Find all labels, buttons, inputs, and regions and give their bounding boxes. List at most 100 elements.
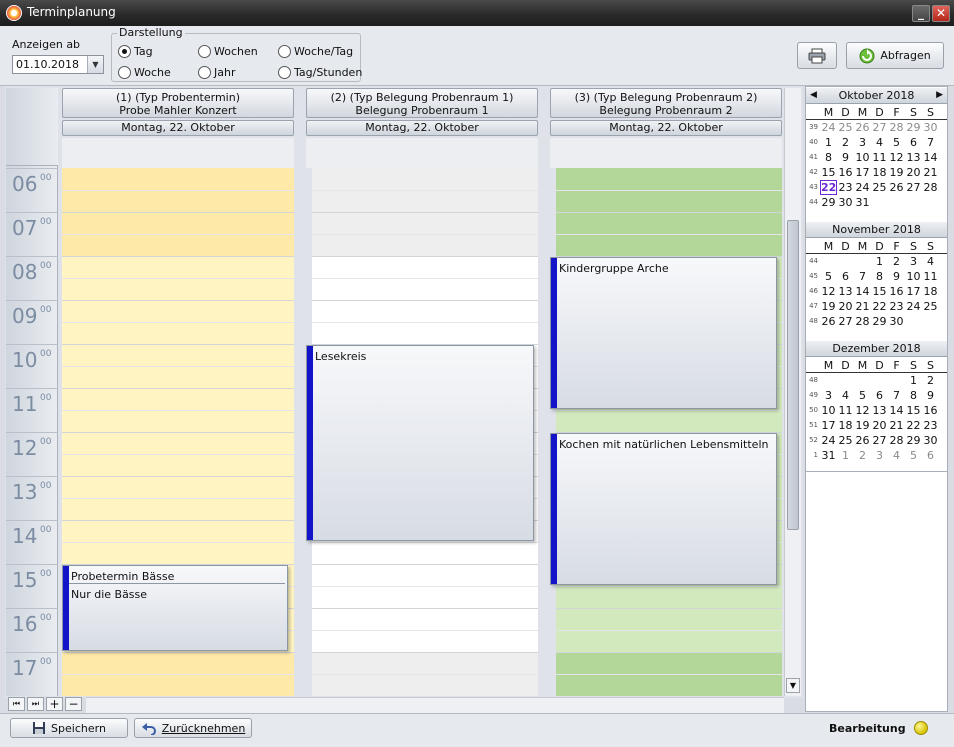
day-cell[interactable]: 1 [905, 373, 922, 388]
day-cell[interactable]: 4 [922, 254, 939, 269]
day-cell[interactable]: 28 [922, 180, 939, 195]
appointment-kochen[interactable]: Kochen mit natürlichen Lebensmitteln [550, 433, 777, 585]
day-cell[interactable]: 5 [888, 135, 905, 150]
day-cell[interactable]: 19 [820, 299, 837, 314]
day-cell[interactable]: 20 [905, 165, 922, 180]
radio-dot[interactable] [198, 65, 211, 79]
radio-dot[interactable] [118, 65, 131, 79]
day-cell[interactable]: 3 [905, 254, 922, 269]
day-cell[interactable]: 10 [820, 403, 837, 418]
day-cell[interactable]: 27 [871, 120, 888, 135]
radio-tag[interactable]: Tag [118, 44, 153, 58]
day-cell[interactable]: 12 [820, 284, 837, 299]
day-cell[interactable]: 2 [854, 448, 871, 463]
day-cell[interactable]: 14 [922, 150, 939, 165]
day-cell[interactable]: 8 [820, 150, 837, 165]
day-cell[interactable]: 12 [888, 150, 905, 165]
day-cell[interactable]: 3 [820, 388, 837, 403]
day-cell[interactable]: 24 [905, 299, 922, 314]
day-cell[interactable]: 11 [871, 150, 888, 165]
day-cell[interactable]: 17 [854, 165, 871, 180]
scrollbar-thumb[interactable] [787, 220, 799, 530]
day-cell[interactable]: 20 [871, 418, 888, 433]
all-day-area-2[interactable] [306, 138, 538, 168]
minimize-button[interactable]: _ [912, 5, 930, 22]
day-cell[interactable]: 22 [820, 180, 837, 195]
radio-woche[interactable]: Woche [118, 65, 171, 79]
radio-jahr[interactable]: Jahr [198, 65, 235, 79]
day-cell[interactable]: 13 [871, 403, 888, 418]
day-cell[interactable]: 8 [871, 269, 888, 284]
day-cell[interactable]: 20 [837, 299, 854, 314]
vertical-scrollbar[interactable]: ▼ [784, 88, 801, 696]
day-cell[interactable]: 24 [820, 433, 837, 448]
all-day-area-1[interactable] [62, 138, 294, 168]
day-cell[interactable]: 25 [837, 433, 854, 448]
column-header-1[interactable]: (1) (Typ Probentermin) Probe Mahler Konz… [62, 88, 294, 118]
day-cell[interactable]: 11 [922, 269, 939, 284]
radio-dot[interactable] [198, 44, 211, 58]
day-cell[interactable]: 15 [871, 284, 888, 299]
day-cell[interactable]: 1 [871, 254, 888, 269]
day-cell[interactable]: 5 [820, 269, 837, 284]
day-header-3[interactable]: Montag, 22. Oktober [550, 120, 782, 136]
column-header-3[interactable]: (3) (Typ Belegung Probenraum 2) Belegung… [550, 88, 782, 118]
day-cell[interactable]: 30 [922, 120, 939, 135]
chevron-down-icon[interactable]: ▼ [87, 56, 103, 73]
day-cell[interactable]: 26 [888, 180, 905, 195]
day-cell[interactable]: 1 [820, 135, 837, 150]
day-cell[interactable]: 18 [922, 284, 939, 299]
day-cell[interactable]: 6 [905, 135, 922, 150]
day-cell[interactable]: 7 [922, 135, 939, 150]
day-cell[interactable]: 7 [854, 269, 871, 284]
day-cell[interactable]: 28 [888, 120, 905, 135]
day-cell[interactable]: 21 [888, 418, 905, 433]
close-button[interactable]: ✕ [932, 5, 950, 22]
day-cell[interactable]: 2 [922, 373, 939, 388]
day-cell[interactable]: 2 [888, 254, 905, 269]
day-cell[interactable]: 24 [854, 180, 871, 195]
day-cell[interactable]: 10 [854, 150, 871, 165]
day-cell[interactable]: 30 [922, 433, 939, 448]
day-cell[interactable]: 27 [837, 314, 854, 329]
day-cell[interactable]: 14 [888, 403, 905, 418]
day-header-1[interactable]: Montag, 22. Oktober [62, 120, 294, 136]
save-button[interactable]: Speichern [10, 718, 128, 738]
undo-button[interactable]: Zurücknehmen [134, 718, 252, 738]
radio-dot-selected[interactable] [118, 44, 131, 58]
day-cell[interactable]: 10 [905, 269, 922, 284]
day-cell[interactable]: 9 [837, 150, 854, 165]
day-cell[interactable]: 3 [854, 135, 871, 150]
day-cell[interactable]: 23 [837, 180, 854, 195]
print-button[interactable] [797, 42, 837, 69]
day-cell[interactable]: 14 [854, 284, 871, 299]
next-month-icon[interactable]: ▶ [936, 88, 943, 103]
day-cell[interactable]: 19 [888, 165, 905, 180]
day-cell[interactable]: 16 [888, 284, 905, 299]
day-cell[interactable]: 25 [871, 180, 888, 195]
day-cell[interactable]: 29 [820, 195, 837, 210]
day-cell[interactable]: 22 [905, 418, 922, 433]
day-cell[interactable]: 15 [820, 165, 837, 180]
radio-woche-tag[interactable]: Woche/Tag [278, 44, 353, 58]
day-cell[interactable]: 3 [871, 448, 888, 463]
day-cell[interactable]: 5 [854, 388, 871, 403]
add-icon[interactable]: + [46, 697, 63, 711]
day-cell[interactable]: 4 [871, 135, 888, 150]
day-cell[interactable]: 19 [854, 418, 871, 433]
scroll-down-icon[interactable]: ▼ [786, 678, 800, 693]
prev-month-icon[interactable]: ◀ [810, 88, 817, 103]
abfragen-button[interactable]: Abfragen [846, 42, 944, 69]
day-cell[interactable]: 29 [905, 433, 922, 448]
day-cell[interactable]: 21 [922, 165, 939, 180]
first-page-icon[interactable]: ⏮ [8, 697, 25, 711]
day-cell[interactable]: 26 [854, 433, 871, 448]
day-cell[interactable]: 30 [837, 195, 854, 210]
day-cell[interactable]: 1 [837, 448, 854, 463]
day-cell[interactable]: 12 [854, 403, 871, 418]
day-cell[interactable]: 2 [837, 135, 854, 150]
day-cell[interactable]: 25 [837, 120, 854, 135]
day-cell[interactable]: 9 [922, 388, 939, 403]
day-cell[interactable]: 30 [888, 314, 905, 329]
day-cell[interactable]: 13 [837, 284, 854, 299]
